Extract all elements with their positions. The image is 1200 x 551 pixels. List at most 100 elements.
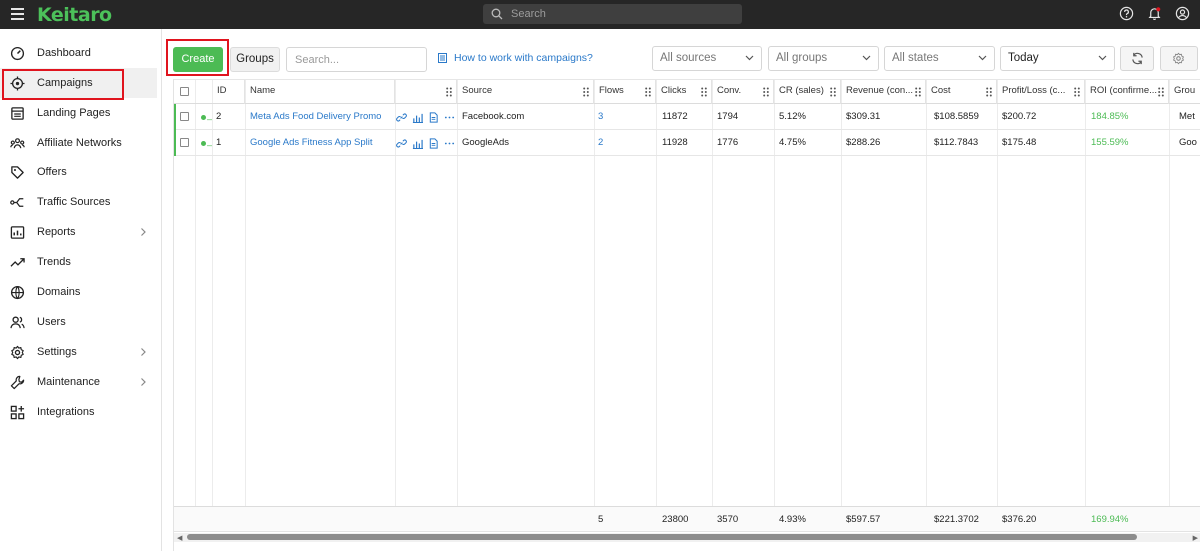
total-cr: 4.93% [779,514,806,525]
table-row[interactable]: _ 1 Google Ads Fitness App Split GoogleA… [174,130,1200,156]
groups-filter-select[interactable]: All groups [768,46,879,71]
cell-cr: 4.75% [779,137,806,148]
cell-conv: 1794 [717,111,739,122]
global-search-input[interactable]: Search [483,4,742,24]
bar-chart-icon[interactable] [412,138,423,149]
campaigns-icon [10,76,25,91]
more-options-icon[interactable] [444,112,455,123]
refresh-icon [1132,52,1143,65]
sidebar-item-maintenance[interactable]: Maintenance [0,367,157,397]
table-settings-button[interactable] [1160,46,1198,71]
column-header-cost[interactable]: Cost [926,80,997,104]
sidebar-item-trends[interactable]: Trends [0,247,157,277]
column-header-name[interactable]: Name [245,80,395,104]
table-row[interactable]: _ 2 Meta Ads Food Delivery Promo Faceboo… [174,104,1200,130]
link-icon[interactable] [396,112,407,123]
dashboard-icon [10,46,25,61]
column-header-conv[interactable]: Conv. [712,80,774,104]
sidebar-item-label: Settings [37,346,77,358]
notifications-icon[interactable] [1147,6,1162,21]
row-checkbox[interactable] [180,112,189,121]
sidebar-item-reports[interactable]: Reports [0,217,157,247]
cell-clicks: 11928 [662,137,688,148]
column-header-source[interactable]: Source [457,80,594,104]
column-header-id[interactable]: ID [212,80,245,104]
sidebar-item-landing-pages[interactable]: Landing Pages [0,98,157,128]
help-icon[interactable] [1119,6,1134,21]
chevron-down-icon [978,55,987,61]
link-icon[interactable] [396,138,407,149]
cell-group: Goo [1179,137,1197,148]
cell-conv: 1776 [717,137,739,148]
groups-button[interactable]: Groups [230,47,280,72]
drag-handle-icon[interactable] [645,87,651,97]
column-header-group[interactable]: Grou [1169,80,1200,104]
period-filter-select[interactable]: Today [1000,46,1115,71]
cell-source: Facebook.com [462,111,525,122]
drag-handle-icon[interactable] [830,87,836,97]
drag-handle-icon[interactable] [701,87,707,97]
total-cost: $221.3702 [934,514,979,525]
traffic-sources-icon [10,198,24,207]
column-header-flows[interactable]: Flows [594,80,656,104]
column-header-profit[interactable]: Profit/Loss (c... [997,80,1085,104]
row-checkbox[interactable] [180,138,189,147]
total-roi: 169.94% [1091,514,1129,525]
sidebar-item-settings[interactable]: Settings [0,337,157,367]
sidebar-item-integrations[interactable]: Integrations [0,397,157,427]
document-icon[interactable] [428,112,439,123]
help-link[interactable]: How to work with campaigns? [438,52,593,64]
create-button[interactable]: Create [173,47,223,72]
help-link-label: How to work with campaigns? [454,52,593,64]
scrollbar-thumb[interactable] [187,534,1137,540]
column-header-actions[interactable] [395,80,457,104]
cell-flows[interactable]: 2 [598,137,603,148]
period-filter-value: Today [1008,52,1039,64]
scroll-left-arrow-icon[interactable]: ◀ [177,534,182,542]
cell-name[interactable]: Google Ads Fitness App Split [250,137,373,148]
status-dot [201,141,206,146]
cell-flows[interactable]: 3 [598,111,603,122]
drag-handle-icon[interactable] [986,87,992,97]
states-filter-value: All states [892,52,939,64]
menu-icon[interactable] [11,8,24,20]
sidebar-item-affiliate-networks[interactable]: Affiliate Networks [0,128,157,158]
drag-handle-icon[interactable] [1074,87,1080,97]
column-header-roi[interactable]: ROI (confirme... [1085,80,1169,104]
column-header-revenue[interactable]: Revenue (con... [841,80,926,104]
drag-handle-icon[interactable] [446,87,452,97]
search-icon [491,8,503,20]
select-all-checkbox[interactable] [180,87,189,96]
column-header-clicks[interactable]: Clicks [656,80,712,104]
document-icon[interactable] [428,138,439,149]
sidebar-item-offers[interactable]: Offers [0,157,157,187]
sidebar-item-label: Landing Pages [37,107,111,119]
drag-handle-icon[interactable] [583,87,589,97]
bar-chart-icon[interactable] [412,112,423,123]
sources-filter-select[interactable]: All sources [652,46,762,71]
sidebar-item-domains[interactable]: Domains [0,277,157,307]
cell-name[interactable]: Meta Ads Food Delivery Promo [250,111,381,122]
drag-handle-icon[interactable] [915,87,921,97]
sidebar-item-label: Dashboard [37,47,91,59]
sidebar-item-label: Integrations [37,406,95,418]
refresh-button[interactable] [1120,46,1154,71]
total-conv: 3570 [717,514,739,525]
more-options-icon[interactable] [444,138,455,149]
horizontal-scrollbar[interactable]: ◀ ▶ [174,533,1200,542]
drag-handle-icon[interactable] [1158,87,1164,97]
sidebar-item-traffic-sources[interactable]: Traffic Sources [0,187,157,217]
sidebar-item-users[interactable]: Users [0,307,157,337]
states-filter-select[interactable]: All states [884,46,995,71]
column-header-cr[interactable]: CR (sales) [774,80,841,104]
sidebar: Dashboard Campaigns Landing Pages Affili… [0,29,162,551]
sidebar-item-dashboard[interactable]: Dashboard [0,38,157,68]
app-logo[interactable]: Keitaro [37,4,112,26]
sidebar-item-campaigns[interactable]: Campaigns [0,68,157,98]
scroll-right-arrow-icon[interactable]: ▶ [1193,534,1198,542]
sidebar-item-label: Campaigns [37,77,93,89]
campaign-search-input[interactable] [286,47,427,72]
sidebar-item-label: Trends [37,256,71,268]
drag-handle-icon[interactable] [763,87,769,97]
user-account-icon[interactable] [1175,6,1190,21]
